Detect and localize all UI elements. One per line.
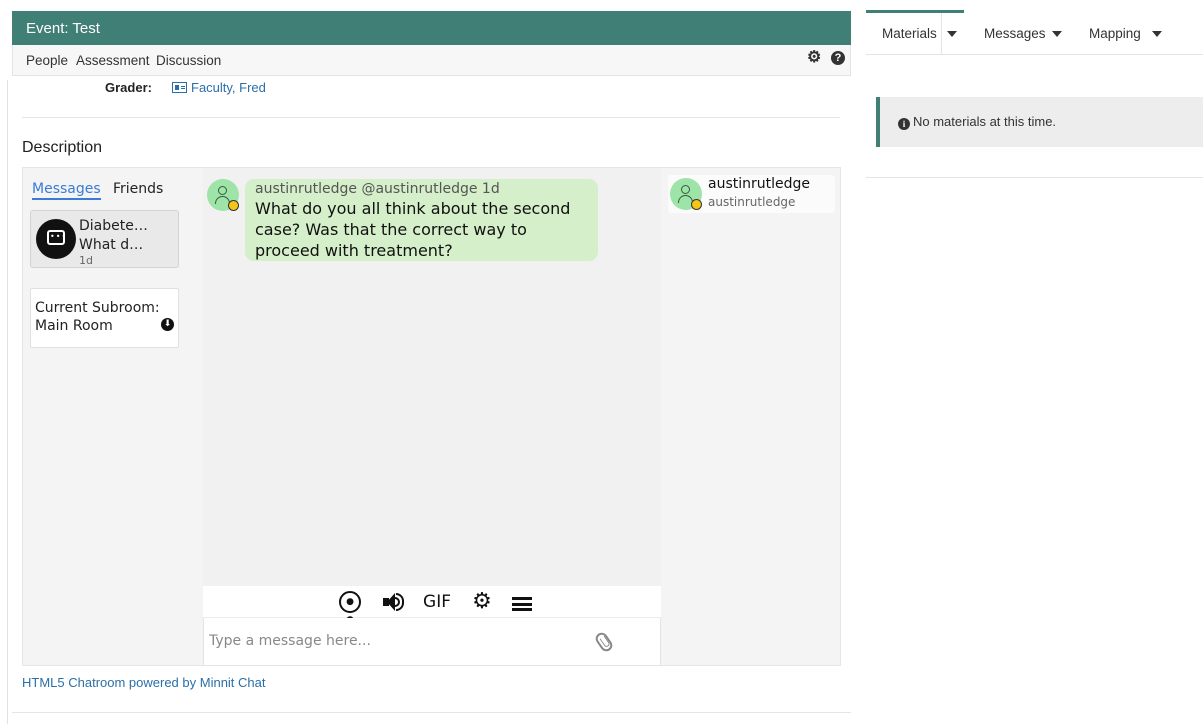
- tab-people[interactable]: People: [26, 53, 68, 68]
- menu-icon[interactable]: [512, 597, 532, 611]
- active-tab-indicator: [866, 10, 964, 13]
- conversation-title: Diabete… What d…: [79, 218, 148, 253]
- chat-main: austinrutledge @austinrutledge 1d What d…: [203, 168, 661, 666]
- message-input[interactable]: [204, 618, 584, 664]
- caret-down-icon[interactable]: [1152, 31, 1162, 37]
- user-name: austinrutledge: [708, 176, 811, 192]
- divider: [12, 712, 851, 713]
- tab-discussion[interactable]: Discussion: [156, 53, 221, 68]
- caret-down-icon[interactable]: [947, 31, 957, 37]
- help-icon[interactable]: ?: [831, 51, 845, 65]
- divider: [7, 80, 8, 724]
- paperclip-icon[interactable]: [593, 630, 615, 654]
- message-meta: austinrutledge @austinrutledge 1d: [255, 181, 500, 197]
- online-user[interactable]: austinrutledge austinrutledge: [668, 175, 835, 213]
- emoji-icon[interactable]: ● ●: [339, 591, 361, 625]
- subroom-label: Current Subroom:: [35, 300, 160, 316]
- tab-messages[interactable]: Messages: [32, 181, 101, 200]
- alert-text: No materials at this time.: [913, 114, 1057, 129]
- event-header: Event: Test: [12, 11, 851, 45]
- event-nav: People Assessment Discussion ⚙ ?: [12, 45, 851, 76]
- info-alert: i No materials at this time.: [876, 97, 1203, 147]
- id-card-icon: [172, 82, 187, 93]
- powered-by-link[interactable]: HTML5 Chatroom powered by Minnit Chat: [22, 675, 266, 690]
- gif-button[interactable]: GIF: [421, 591, 453, 613]
- tab-assessment[interactable]: Assessment: [76, 53, 150, 68]
- message-bubble: austinrutledge @austinrutledge 1d What d…: [245, 179, 598, 261]
- message-composer: [203, 618, 661, 666]
- gear-icon[interactable]: ⚙: [807, 50, 821, 66]
- subroom-selector[interactable]: Current Subroom: Main Room ⬇: [30, 288, 179, 348]
- description-title: Description: [22, 139, 103, 156]
- info-icon: i: [898, 118, 910, 130]
- tab-messages[interactable]: Messages: [984, 26, 1046, 41]
- message-text: What do you all think about the second c…: [255, 199, 571, 260]
- settings-icon[interactable]: ⚙: [471, 591, 493, 613]
- speaker-icon[interactable]: [381, 591, 405, 613]
- user-avatar[interactable]: [207, 179, 239, 211]
- user-handle: austinrutledge: [708, 195, 796, 209]
- grader-link[interactable]: Faculty, Fred: [172, 80, 266, 95]
- divider: [866, 177, 1203, 178]
- chat-bubble-icon: •••: [36, 219, 76, 259]
- user-avatar: [670, 178, 702, 210]
- right-tabs: Materials Messages Mapping: [866, 10, 1203, 55]
- chat-toolbar: ● ● GIF ⚙: [203, 586, 661, 625]
- divider: [941, 13, 942, 55]
- chatroom: Messages Friends ••• Diabete… What d… 1d…: [22, 167, 841, 666]
- grader-name: Faculty, Fred: [191, 80, 266, 95]
- page: Event: Test People Assessment Discussion…: [0, 0, 1203, 724]
- tab-mapping[interactable]: Mapping: [1089, 26, 1141, 41]
- status-indicator: [228, 200, 239, 211]
- conversation-time: 1d: [79, 254, 93, 267]
- caret-down-icon[interactable]: [1052, 31, 1062, 37]
- status-indicator: [691, 199, 702, 210]
- arrow-down-icon: ⬇: [161, 318, 174, 331]
- conversation-item[interactable]: ••• Diabete… What d… 1d: [30, 210, 179, 268]
- tab-friends[interactable]: Friends: [113, 181, 163, 197]
- tab-materials[interactable]: Materials: [882, 26, 937, 41]
- subroom-name: Main Room: [35, 318, 113, 334]
- grader-label: Grader:: [105, 80, 152, 95]
- divider: [22, 117, 840, 118]
